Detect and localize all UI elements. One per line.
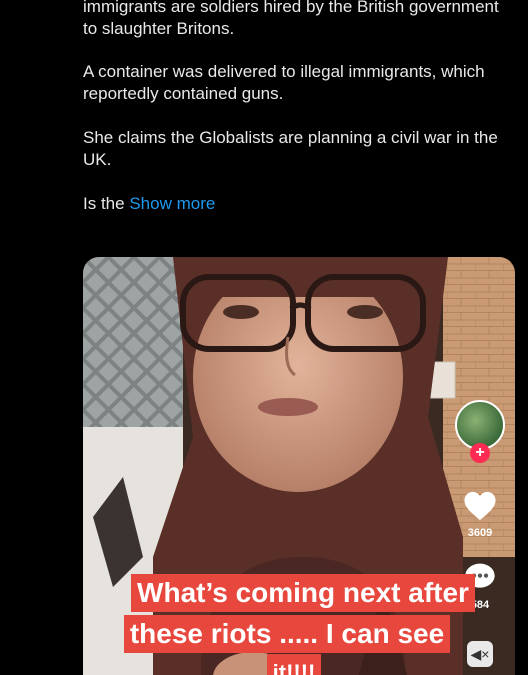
plus-icon[interactable]: + bbox=[470, 443, 490, 463]
caption-line-1: What’s coming next after bbox=[87, 574, 515, 612]
caption-line-3: it!!!! bbox=[83, 654, 510, 675]
video-frame bbox=[83, 257, 515, 675]
caption-text-3: it!!!! bbox=[266, 654, 322, 675]
heart-icon[interactable] bbox=[463, 490, 497, 522]
caption-line-2: these riots ..... I can see bbox=[83, 615, 503, 653]
tweet-body: immigrants are soldiers hired by the Bri… bbox=[83, 0, 513, 237]
tweet-paragraph-1: immigrants are soldiers hired by the Bri… bbox=[83, 0, 499, 38]
truncated-text: Is the bbox=[83, 194, 125, 213]
caption-text-1: What’s coming next after bbox=[131, 574, 475, 612]
show-more-link[interactable]: Show more bbox=[129, 194, 215, 213]
tweet-truncated-line: Is the Show more bbox=[83, 193, 513, 215]
tweet-paragraph-2: A container was delivered to illegal imm… bbox=[83, 62, 485, 103]
video-media[interactable]: + 3609 584 ◀× What’s coming next after t… bbox=[83, 257, 515, 675]
caption-text-2: these riots ..... I can see bbox=[123, 615, 451, 653]
tweet-paragraph-3: She claims the Globalists are planning a… bbox=[83, 128, 498, 169]
like-count: 3609 bbox=[467, 527, 493, 539]
